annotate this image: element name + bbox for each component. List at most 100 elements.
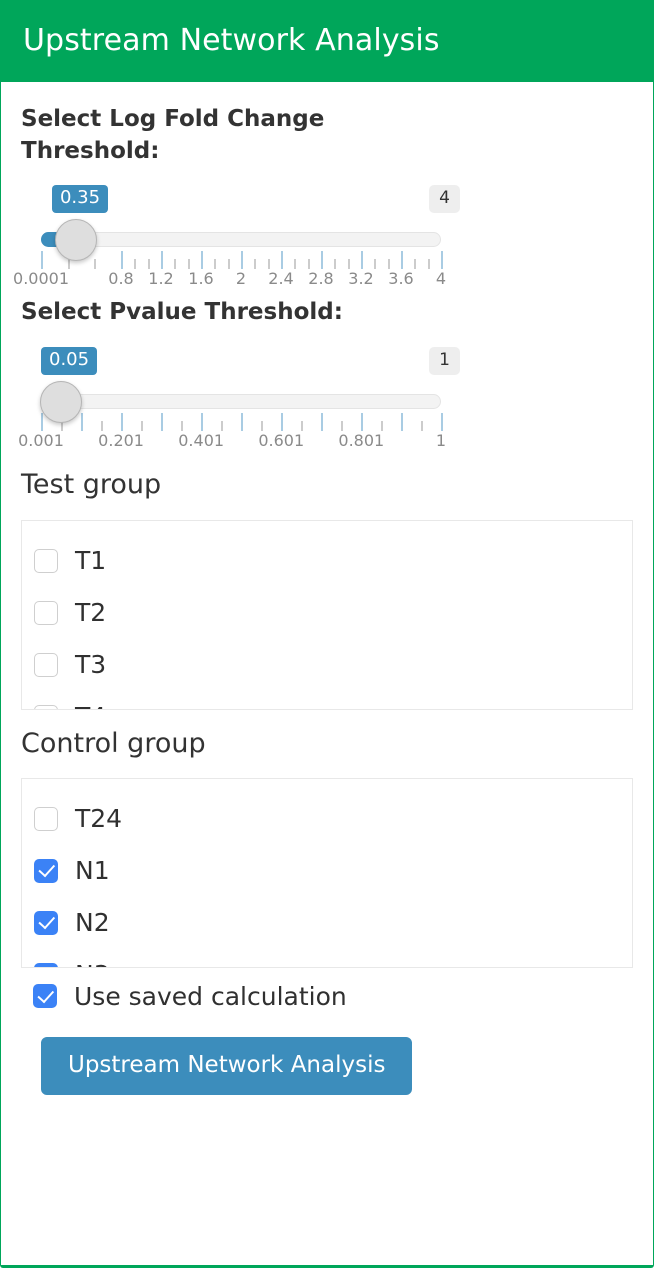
pvalue-slider-ticks	[41, 409, 443, 432]
slider-tick-minor	[227, 259, 230, 270]
slider-tick-minor	[134, 259, 137, 270]
slider-tick-minor	[387, 259, 390, 270]
slider-tick-major	[41, 413, 43, 432]
slider-tick-major	[201, 413, 204, 432]
slider-tick-minor	[341, 421, 344, 432]
checkbox-label: N1	[75, 856, 110, 886]
pvalue-slider-block: Select Pvalue Threshold: 0.05 1 0.001 0.2…	[18, 297, 633, 451]
slider-tick-major	[361, 413, 364, 432]
checkbox-row[interactable]: N2	[22, 897, 632, 949]
slider-tick-major	[441, 251, 443, 270]
slider-tick-minor	[174, 259, 177, 270]
slider-tick-major	[281, 413, 284, 432]
slider-tick-minor	[427, 259, 430, 270]
checkbox-row[interactable]: T1	[22, 535, 632, 587]
slider-tick-minor	[374, 259, 377, 270]
test-group-checkbox-t3[interactable]	[34, 652, 58, 677]
logfc-slider-block: Select Log Fold Change Threshold: 0.35 4…	[13, 104, 633, 289]
checkbox-row[interactable]: N3	[22, 949, 632, 967]
slider-tick-minor	[101, 421, 104, 432]
slider-tick-major	[360, 251, 363, 270]
slider-tick-label: 0.0001	[13, 269, 69, 289]
checkbox-label: T1	[75, 546, 107, 576]
slider-tick-major	[200, 251, 203, 270]
slider-tick-minor	[94, 259, 97, 270]
checkbox-label: T4	[75, 704, 106, 709]
slider-tick-minor	[214, 259, 217, 270]
control-group-checkbox-n1[interactable]	[34, 858, 58, 883]
logfc-slider-label: Select Log Fold Change Threshold:	[21, 106, 325, 164]
slider-tick-minor	[421, 421, 424, 432]
checkbox-row[interactable]: N1	[22, 845, 632, 897]
checkbox-label: N3	[75, 962, 110, 967]
checkbox-row[interactable]: T3	[22, 639, 632, 691]
pvalue-slider[interactable]: 0.05 1 0.001 0.201 0.401 0.601 0.801 1	[18, 341, 460, 451]
checkbox-row[interactable]: T4	[22, 691, 632, 709]
use-saved-calculation-row[interactable]: Use saved calculation	[33, 984, 633, 1009]
test-group-title: Test group	[21, 469, 162, 501]
page-title: Upstream Network Analysis	[23, 23, 440, 58]
slider-tick-label: 2.4	[268, 269, 294, 289]
slider-tick-major	[160, 251, 163, 270]
control-group-checkbox-n3[interactable]	[34, 962, 58, 967]
slider-tick-major	[241, 413, 244, 432]
slider-tick-minor	[267, 259, 270, 270]
slider-tick-minor	[254, 259, 257, 270]
run-upstream-network-analysis-button[interactable]: Upstream Network Analysis	[41, 1036, 413, 1095]
slider-tick-major	[41, 251, 43, 270]
logfc-slider-tick-labels: 0.0001 0.8 1.2 1.6 2 2.4 2.8 3.2 3.6 4	[13, 269, 446, 293]
slider-tick-minor	[307, 259, 310, 270]
slider-tick-major	[320, 251, 323, 270]
slider-tick-minor	[181, 421, 184, 432]
slider-tick-minor	[294, 259, 297, 270]
pvalue-slider-value-bubble: 0.05	[41, 347, 98, 375]
logfc-slider-ticks	[41, 247, 443, 270]
slider-tick-label: 0.8	[108, 269, 134, 289]
logfc-slider-max-badge: 4	[429, 185, 460, 214]
slider-tick-minor	[67, 259, 70, 270]
logfc-slider-value-bubble: 0.35	[51, 185, 109, 214]
checkbox-label: N2	[75, 908, 110, 938]
slider-tick-minor	[261, 421, 264, 432]
pvalue-slider-thumb[interactable]	[39, 381, 82, 424]
slider-tick-minor	[334, 259, 337, 270]
slider-tick-minor	[381, 421, 384, 432]
panel-header: Upstream Network Analysis	[1, 0, 653, 82]
slider-tick-major	[441, 413, 443, 432]
slider-tick-label: 1.2	[148, 269, 174, 289]
logfc-slider[interactable]: 0.35 4 0.0001 0.8 1.2 1.6 2 2.4 2.8 3.2 3.6 4	[13, 179, 460, 289]
checkbox-label: T2	[75, 598, 107, 628]
slider-tick-minor	[141, 421, 144, 432]
control-group-checkbox-t24[interactable]	[34, 806, 58, 831]
pvalue-slider-track[interactable]	[41, 394, 441, 410]
test-group-checkbox-t2[interactable]	[34, 600, 58, 625]
slider-tick-label: 1.6	[188, 269, 214, 289]
slider-tick-major	[121, 413, 124, 432]
checkbox-row[interactable]: T24	[22, 793, 632, 845]
slider-tick-minor	[301, 421, 304, 432]
slider-tick-major	[321, 413, 324, 432]
test-group-checkbox-t1[interactable]	[34, 548, 58, 573]
test-group-checkbox-t4[interactable]	[34, 704, 58, 709]
slider-tick-minor	[187, 259, 190, 270]
upstream-network-analysis-panel: Upstream Network Analysis Select Log Fol…	[0, 0, 654, 1268]
slider-tick-major	[120, 251, 123, 270]
slider-tick-label: 2	[235, 269, 247, 289]
use-saved-calculation-checkbox[interactable]	[33, 984, 57, 1009]
slider-tick-minor	[147, 259, 150, 270]
slider-tick-label: 3.2	[348, 269, 374, 289]
control-group-checkbox-list[interactable]: T24 N1 N2 N3	[21, 777, 633, 968]
pvalue-slider-max-badge: 1	[429, 347, 460, 375]
control-group-checkbox-n2[interactable]	[34, 910, 58, 935]
checkbox-row[interactable]: T2	[22, 587, 632, 639]
slider-tick-minor	[221, 421, 224, 432]
test-group-checkbox-list[interactable]: T1 T2 T3 T4	[21, 519, 633, 710]
checkbox-label: T24	[75, 804, 123, 834]
logfc-slider-track[interactable]	[41, 232, 441, 248]
pvalue-slider-label: Select Pvalue Threshold:	[21, 299, 343, 326]
slider-tick-major	[401, 413, 404, 432]
slider-tick-label: 0.801	[338, 431, 385, 451]
panel-body: Select Log Fold Change Threshold: 0.35 4…	[1, 82, 653, 1095]
slider-tick-major	[280, 251, 283, 270]
slider-tick-label: 0.401	[178, 431, 225, 451]
